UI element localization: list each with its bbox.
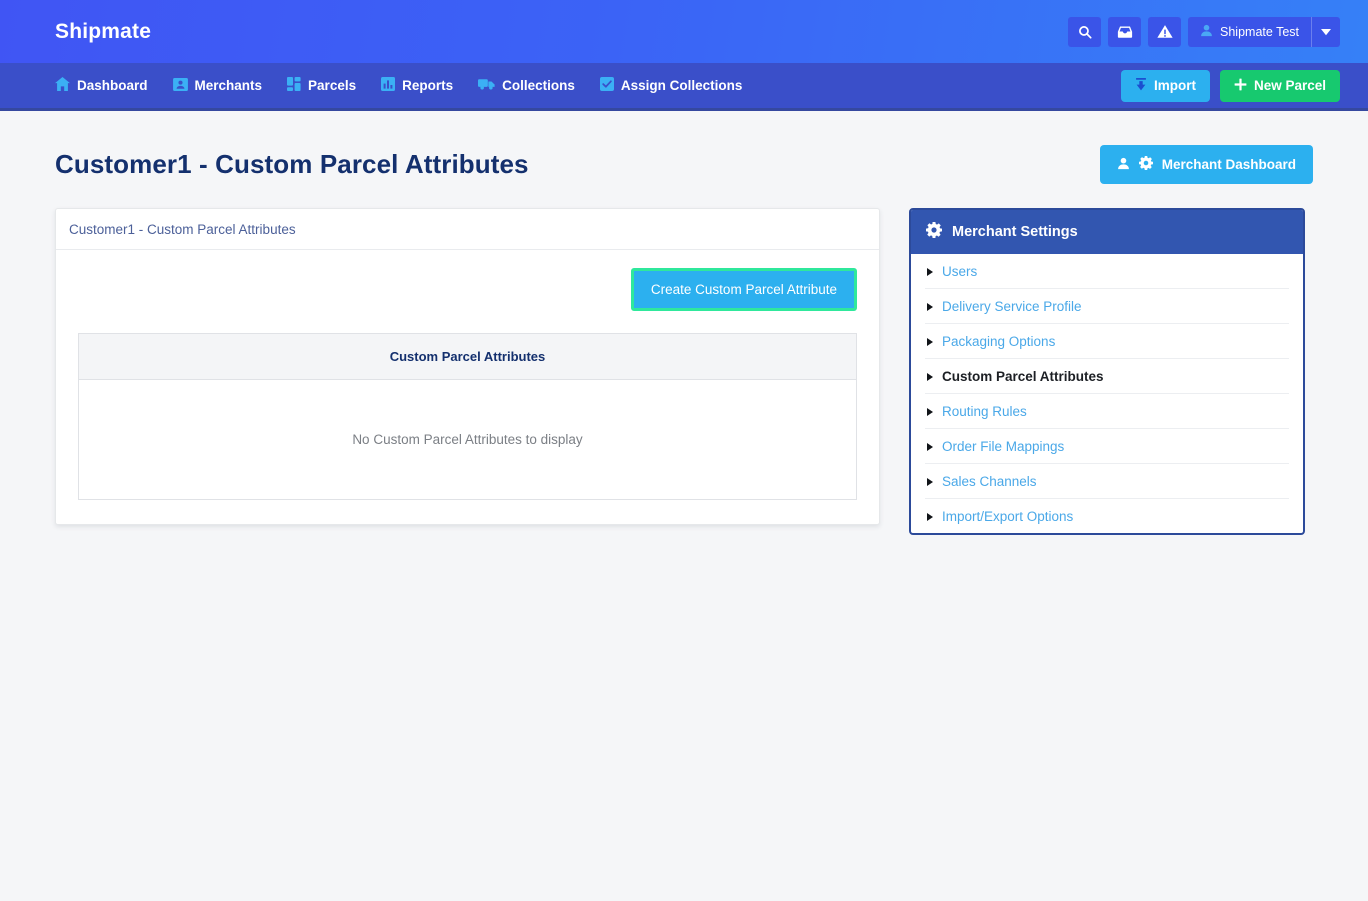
nav-label: Assign Collections	[620, 78, 743, 93]
user-icon	[1117, 157, 1130, 173]
sidebar-item-label: Packaging Options	[942, 334, 1056, 349]
user-name-label: Shipmate Test	[1220, 24, 1299, 39]
sidebar-item-label: Routing Rules	[942, 404, 1027, 419]
sidebar-item-label: Sales Channels	[942, 474, 1037, 489]
main-column: Customer1 - Custom Parcel Attributes Cre…	[55, 208, 880, 525]
main-navigation-bar: Dashboard Merchants Parcels Reports Coll…	[0, 63, 1368, 111]
top-header-bar: Shipmate Shipmate Test	[0, 0, 1368, 63]
table-header: Custom Parcel Attributes	[78, 333, 857, 380]
sidebar-column: Merchant Settings Users Delivery Service…	[909, 208, 1305, 535]
sidebar-item-packaging-options[interactable]: Packaging Options	[925, 324, 1289, 359]
nav-item-dashboard[interactable]: Dashboard	[55, 77, 148, 94]
nav-action-buttons: Import New Parcel	[1120, 69, 1340, 102]
sidebar-item-label: Delivery Service Profile	[942, 299, 1082, 314]
inbox-button[interactable]	[1108, 16, 1142, 47]
import-button[interactable]: Import	[1120, 69, 1210, 102]
search-button[interactable]	[1068, 16, 1102, 47]
triangle-right-icon	[927, 372, 933, 381]
sidebar-item-label: Users	[942, 264, 978, 279]
nav-items: Dashboard Merchants Parcels Reports Coll…	[55, 77, 742, 94]
nav-label: Dashboard	[77, 78, 148, 93]
new-parcel-label: New Parcel	[1253, 78, 1326, 93]
user-menu-button[interactable]: Shipmate Test	[1188, 17, 1311, 47]
merchant-settings-panel: Merchant Settings Users Delivery Service…	[909, 208, 1305, 535]
table-empty-message: No Custom Parcel Attributes to display	[78, 379, 857, 500]
sidebar-item-label: Order File Mappings	[942, 439, 1065, 454]
user-menu-caret-button[interactable]	[1311, 16, 1340, 47]
upload-icon	[1135, 77, 1147, 94]
inbox-icon	[1117, 25, 1133, 39]
sidebar-item-custom-parcel-attributes[interactable]: Custom Parcel Attributes	[925, 359, 1289, 394]
column-header-custom-parcel-attributes: Custom Parcel Attributes	[78, 333, 857, 380]
card-body: Create Custom Parcel Attribute Custom Pa…	[56, 250, 879, 524]
card-title: Customer1 - Custom Parcel Attributes	[56, 209, 879, 250]
import-label: Import	[1153, 78, 1196, 93]
merchant-settings-title: Merchant Settings	[952, 224, 1078, 240]
triangle-right-icon	[927, 267, 933, 276]
card-toolbar: Create Custom Parcel Attribute	[78, 268, 857, 311]
triangle-right-icon	[927, 512, 933, 521]
grid-squares-icon	[287, 77, 301, 94]
nav-label: Merchants	[194, 78, 263, 93]
user-icon	[1200, 24, 1213, 40]
nav-item-assign-collections[interactable]: Assign Collections	[599, 77, 743, 94]
page-header: Customer1 - Custom Parcel Attributes Mer…	[55, 111, 1313, 208]
nav-item-parcels[interactable]: Parcels	[287, 77, 356, 94]
page-title: Customer1 - Custom Parcel Attributes	[55, 149, 529, 179]
triangle-right-icon	[927, 477, 933, 486]
merchant-settings-header: Merchant Settings	[911, 210, 1303, 254]
home-icon	[55, 77, 70, 94]
triangle-right-icon	[927, 302, 933, 311]
truck-icon	[478, 78, 495, 93]
sidebar-item-sales-channels[interactable]: Sales Channels	[925, 464, 1289, 499]
sidebar-item-import-export-options[interactable]: Import/Export Options	[925, 499, 1289, 533]
nav-label: Reports	[402, 78, 454, 93]
sidebar-item-label: Import/Export Options	[942, 509, 1074, 524]
bar-chart-icon	[381, 77, 396, 94]
app-brand-logo[interactable]: Shipmate	[55, 20, 151, 44]
custom-parcel-attributes-card: Customer1 - Custom Parcel Attributes Cre…	[55, 208, 880, 525]
chevron-down-icon	[1321, 23, 1331, 41]
nav-item-merchants[interactable]: Merchants	[172, 77, 263, 94]
alerts-button[interactable]	[1148, 16, 1182, 47]
merchant-dashboard-label: Merchant Dashboard	[1161, 157, 1296, 172]
check-square-icon	[599, 77, 614, 94]
plus-icon	[1234, 78, 1247, 94]
custom-parcel-attributes-table: Custom Parcel Attributes No Custom Parce…	[78, 333, 857, 500]
triangle-right-icon	[927, 407, 933, 416]
table-body: No Custom Parcel Attributes to display	[78, 379, 857, 500]
page-content: Customer1 - Custom Parcel Attributes Mer…	[0, 111, 1368, 535]
gear-icon	[1138, 156, 1153, 173]
sidebar-item-delivery-service-profile[interactable]: Delivery Service Profile	[925, 289, 1289, 324]
nav-item-reports[interactable]: Reports	[381, 77, 453, 94]
triangle-right-icon	[927, 337, 933, 346]
triangle-right-icon	[927, 442, 933, 451]
nav-label: Collections	[502, 78, 575, 93]
merchant-settings-list: Users Delivery Service Profile Packaging…	[911, 254, 1303, 533]
header-actions: Shipmate Test	[1068, 16, 1340, 47]
merchant-dashboard-button[interactable]: Merchant Dashboard	[1099, 145, 1313, 184]
table-header-row: Custom Parcel Attributes	[78, 333, 857, 380]
sidebar-item-routing-rules[interactable]: Routing Rules	[925, 394, 1289, 429]
create-custom-parcel-attribute-button[interactable]: Create Custom Parcel Attribute	[630, 268, 857, 311]
gear-icon	[926, 222, 942, 242]
new-parcel-button[interactable]: New Parcel	[1219, 69, 1340, 102]
sidebar-item-users[interactable]: Users	[925, 254, 1289, 289]
table-empty-row: No Custom Parcel Attributes to display	[78, 379, 857, 500]
id-card-icon	[172, 77, 188, 94]
user-menu-group: Shipmate Test	[1188, 16, 1340, 47]
sidebar-item-order-file-mappings[interactable]: Order File Mappings	[925, 429, 1289, 464]
nav-item-collections[interactable]: Collections	[478, 78, 575, 93]
alert-triangle-icon	[1156, 24, 1173, 39]
sidebar-item-label: Custom Parcel Attributes	[942, 369, 1104, 384]
nav-label: Parcels	[308, 78, 357, 93]
search-icon	[1078, 25, 1092, 39]
content-columns: Customer1 - Custom Parcel Attributes Cre…	[55, 208, 1313, 535]
